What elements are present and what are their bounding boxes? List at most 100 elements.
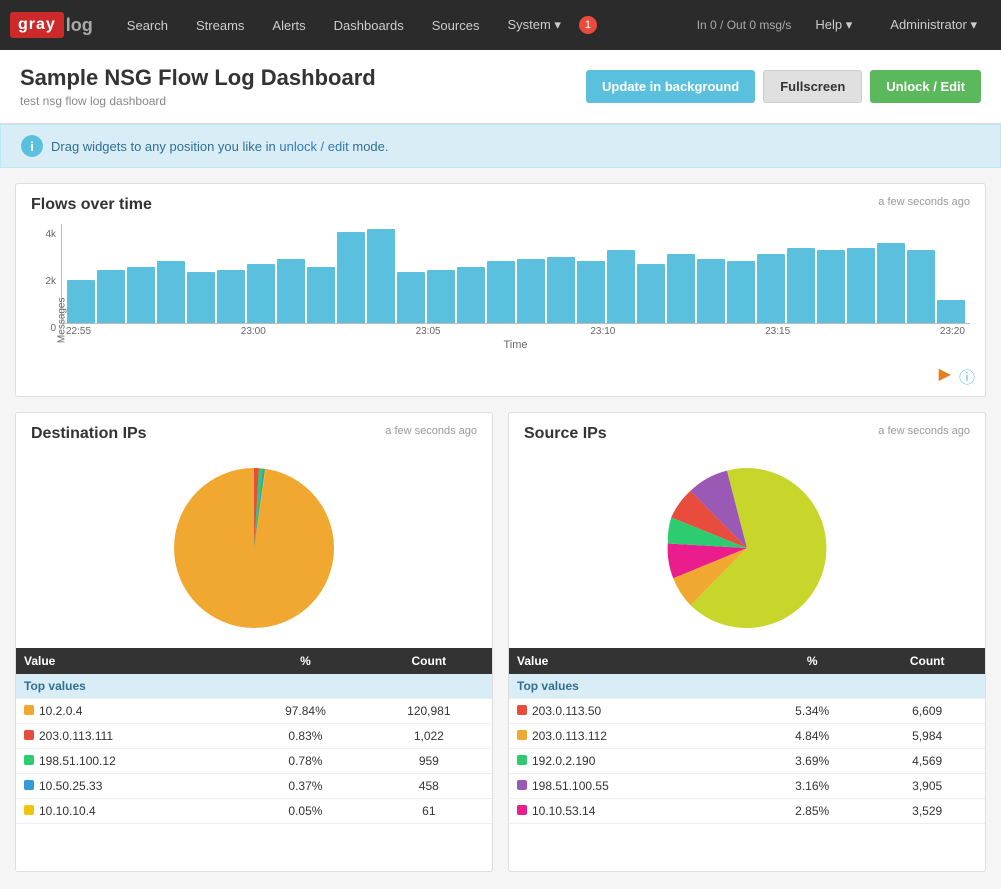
flows-over-time-widget: Flows over time a few seconds ago 4k 2k … [15, 183, 986, 397]
page-subtitle: test nsg flow log dashboard [20, 94, 376, 108]
nav-badge: 1 [579, 16, 597, 34]
dest-value-cell: 198.51.100.12 [16, 749, 245, 774]
bar [397, 272, 425, 323]
x-label-5: 23:20 [940, 326, 965, 337]
nav-streams[interactable]: Streams [182, 0, 258, 50]
navbar: graylog Search Streams Alerts Dashboards… [0, 0, 1001, 50]
play-icon[interactable]: ▶ [939, 364, 951, 388]
bar [277, 259, 305, 323]
logo-text: log [66, 15, 93, 36]
nav-user[interactable]: Administrator ▾ [876, 0, 991, 50]
dest-pie-area [16, 448, 492, 648]
color-dot [517, 780, 527, 790]
dest-count-cell: 458 [366, 774, 492, 799]
color-dot [517, 755, 527, 765]
dest-col-value: Value [16, 648, 245, 674]
dest-ips-title: Destination IPs [31, 425, 147, 443]
logo[interactable]: graylog [10, 12, 93, 38]
widget-header: Flows over time a few seconds ago [16, 184, 985, 219]
dest-value-cell: 10.2.0.4 [16, 699, 245, 724]
source-count-cell: 5,984 [869, 724, 985, 749]
nav-stats: In 0 / Out 0 msg/s [697, 18, 792, 32]
nav-search[interactable]: Search [113, 0, 182, 50]
source-value-cell: 203.0.113.50 [509, 699, 755, 724]
source-group-row: Top values [509, 674, 985, 699]
table-row: 203.0.113.111 0.83% 1,022 [16, 724, 492, 749]
x-label-3: 23:10 [590, 326, 615, 337]
page-header: Sample NSG Flow Log Dashboard test nsg f… [0, 50, 1001, 124]
dest-ips-time: a few seconds ago [385, 425, 477, 437]
dest-pct-cell: 97.84% [245, 699, 366, 724]
color-dot [24, 755, 34, 765]
nav-system[interactable]: System ▾ [493, 0, 574, 50]
x-axis-title: Time [61, 339, 970, 359]
source-pct-cell: 3.16% [755, 774, 869, 799]
dest-ips-widget: Destination IPs a few seconds ago [15, 412, 493, 872]
bar [577, 261, 605, 323]
nav-alerts[interactable]: Alerts [258, 0, 319, 50]
nav-dashboards[interactable]: Dashboards [320, 0, 418, 50]
dest-ips-col: Destination IPs a few seconds ago [15, 412, 493, 872]
dest-ips-table: Value % Count Top values 10.2.0.4 97.84% [16, 648, 492, 824]
dest-pct-cell: 0.78% [245, 749, 366, 774]
fullscreen-button[interactable]: Fullscreen [763, 70, 862, 103]
bar [757, 254, 785, 323]
source-count-cell: 3,905 [869, 774, 985, 799]
bar [547, 257, 575, 323]
nav-help[interactable]: Help ▾ [801, 0, 866, 50]
source-count-cell: 6,609 [869, 699, 985, 724]
info-circle-icon[interactable]: ⓘ [959, 364, 975, 388]
header-actions: Update in background Fullscreen Unlock /… [586, 70, 981, 103]
dest-count-cell: 120,981 [366, 699, 492, 724]
bar [637, 264, 665, 323]
source-col-pct: % [755, 648, 869, 674]
color-dot [24, 780, 34, 790]
source-ips-title: Source IPs [524, 425, 607, 443]
bar [157, 261, 185, 323]
source-count-cell: 4,569 [869, 749, 985, 774]
dest-group-row: Top values [16, 674, 492, 699]
chart-area: 4k 2k 0 Messages 22:55 23:00 23:05 23:10… [16, 219, 985, 359]
widget-footer: ▶ ⓘ [16, 359, 985, 396]
nav-links: Search Streams Alerts Dashboards Sources… [113, 0, 697, 50]
source-widget-header: Source IPs a few seconds ago [509, 413, 985, 448]
source-ips-time: a few seconds ago [878, 425, 970, 437]
bar [667, 254, 695, 323]
table-row: 192.0.2.190 3.69% 4,569 [509, 749, 985, 774]
bar [367, 229, 395, 323]
source-pie-area [509, 448, 985, 648]
nav-sources[interactable]: Sources [418, 0, 494, 50]
dest-pct-cell: 0.05% [245, 799, 366, 824]
dest-pie-chart [164, 458, 344, 638]
source-scroll[interactable]: Value % Count Top values 203.0.113.50 5. [509, 448, 985, 871]
dest-widget-header: Destination IPs a few seconds ago [16, 413, 492, 448]
unlock-edit-button[interactable]: Unlock / Edit [870, 70, 981, 103]
source-value-cell: 203.0.113.112 [509, 724, 755, 749]
table-row: 198.51.100.12 0.78% 959 [16, 749, 492, 774]
source-col-count: Count [869, 648, 985, 674]
dest-pct-cell: 0.37% [245, 774, 366, 799]
info-text: Drag widgets to any position you like in… [51, 139, 389, 154]
two-col-widgets: Destination IPs a few seconds ago [15, 412, 986, 872]
bar [727, 261, 755, 323]
bar [67, 280, 95, 323]
dest-scroll[interactable]: Value % Count Top values 10.2.0.4 97.84% [16, 448, 492, 871]
bar [457, 267, 485, 323]
color-dot [24, 705, 34, 715]
source-ips-table: Value % Count Top values 203.0.113.50 5. [509, 648, 985, 824]
source-pct-cell: 4.84% [755, 724, 869, 749]
page-title: Sample NSG Flow Log Dashboard [20, 65, 376, 91]
flows-chart-title: Flows over time [31, 196, 152, 214]
table-row: 203.0.113.112 4.84% 5,984 [509, 724, 985, 749]
dest-value-cell: 203.0.113.111 [16, 724, 245, 749]
unlock-edit-link[interactable]: unlock / edit [279, 139, 348, 154]
bar [697, 259, 725, 323]
flows-chart-time: a few seconds ago [878, 196, 970, 208]
dashboard-content: Flows over time a few seconds ago 4k 2k … [0, 168, 1001, 887]
update-background-button[interactable]: Update in background [586, 70, 755, 103]
dest-pct-cell: 0.83% [245, 724, 366, 749]
source-value-cell: 198.51.100.55 [509, 774, 755, 799]
table-row: 203.0.113.50 5.34% 6,609 [509, 699, 985, 724]
color-dot [517, 705, 527, 715]
dest-value-cell: 10.10.10.4 [16, 799, 245, 824]
